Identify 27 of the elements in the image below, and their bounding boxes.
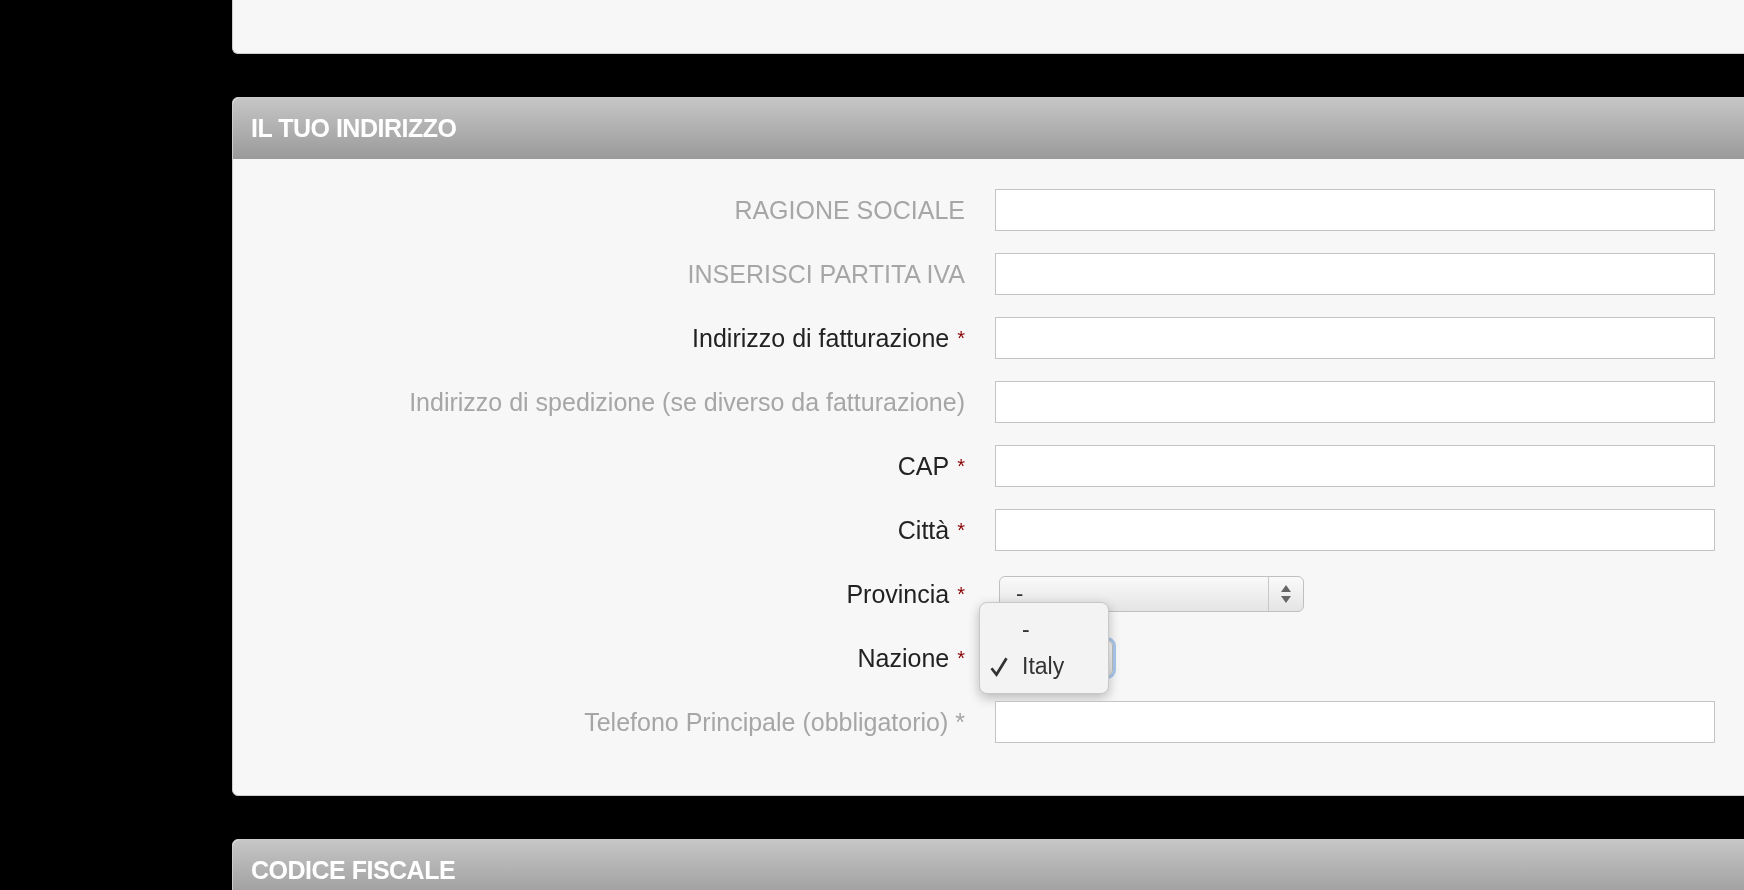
field-label: Città bbox=[897, 515, 950, 544]
required-mark: * bbox=[957, 326, 965, 349]
field-label: CAP bbox=[897, 451, 950, 480]
dropdown-option[interactable]: - bbox=[980, 611, 1108, 648]
input-field[interactable] bbox=[995, 317, 1715, 359]
input-field[interactable] bbox=[995, 189, 1715, 231]
section-header: CODICE FISCALE bbox=[233, 840, 1744, 890]
input-field[interactable] bbox=[995, 381, 1715, 423]
field-label: Nazione bbox=[857, 643, 950, 672]
input-field[interactable] bbox=[995, 701, 1715, 743]
input-field[interactable] bbox=[995, 253, 1715, 295]
required-mark: * bbox=[957, 582, 965, 605]
required-mark: * bbox=[957, 518, 965, 541]
field-label: Provincia bbox=[846, 579, 950, 608]
required-mark: * bbox=[957, 454, 965, 477]
section-header: IL TUO INDIRIZZO bbox=[233, 98, 1744, 159]
input-field[interactable] bbox=[995, 445, 1715, 487]
field-label: INSERISCI PARTITA IVA bbox=[686, 259, 965, 289]
select-field[interactable]: - bbox=[999, 576, 1304, 612]
dropdown-option[interactable]: Italy bbox=[980, 648, 1108, 685]
field-label: RAGIONE SOCIALE bbox=[733, 195, 965, 225]
field-label: Telefono Principale (obbligatorio) * bbox=[583, 707, 965, 737]
up-down-arrows-icon bbox=[1280, 584, 1292, 604]
field-label: Indirizzo di fatturazione bbox=[692, 323, 950, 352]
field-label: Indirizzo di spedizione (se diverso da fatturazione) bbox=[408, 387, 965, 417]
input-field[interactable] bbox=[995, 509, 1715, 551]
required-mark: * bbox=[957, 646, 965, 669]
